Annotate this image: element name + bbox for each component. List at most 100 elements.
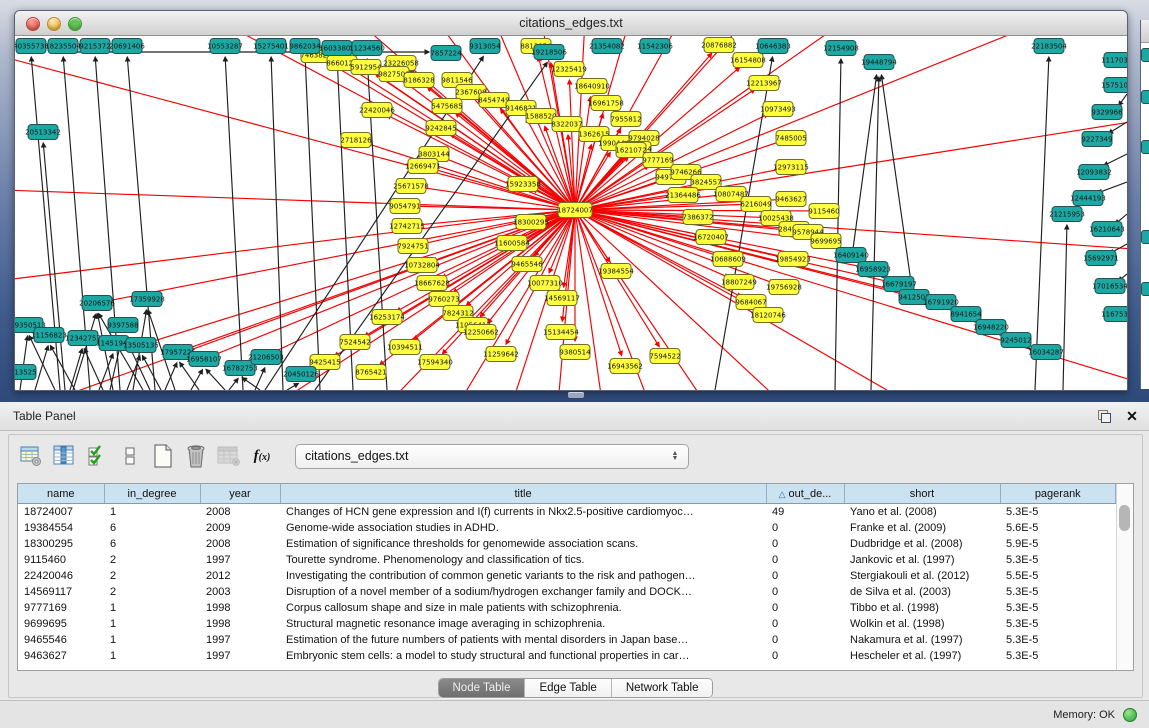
graph-node[interactable]: 16943562 bbox=[607, 359, 643, 374]
tab-edge-table[interactable]: Edge Table bbox=[525, 679, 611, 697]
graph-node[interactable]: 11156823 bbox=[31, 328, 67, 343]
graph-edge[interactable] bbox=[20, 336, 28, 390]
graph-edge[interactable] bbox=[575, 97, 591, 210]
graph-node[interactable]: 11600584 bbox=[494, 236, 530, 251]
column-header[interactable]: name bbox=[18, 484, 104, 504]
graph-node[interactable]: 9397588 bbox=[107, 318, 138, 333]
graph-node[interactable]: 20206576 bbox=[79, 296, 115, 311]
function-builder-button[interactable]: f(x) bbox=[248, 442, 276, 470]
graph-node[interactable]: 15134454 bbox=[543, 325, 579, 340]
graph-node[interactable]: 9699695 bbox=[810, 234, 841, 249]
graph-node[interactable]: 20691406 bbox=[109, 39, 145, 54]
graph-edge[interactable] bbox=[1119, 94, 1127, 106]
graph-edge[interactable] bbox=[70, 349, 82, 390]
graph-edge[interactable] bbox=[881, 75, 912, 289]
graph-edge[interactable] bbox=[1063, 225, 1067, 390]
splitter-grip-icon[interactable] bbox=[568, 392, 584, 398]
graph-node[interactable]: 9777169 bbox=[642, 153, 673, 168]
graph-node[interactable]: 5475685 bbox=[431, 99, 462, 114]
graph-node[interactable]: 16034287 bbox=[1028, 345, 1064, 360]
graph-node[interactable]: 1621072 bbox=[615, 143, 646, 158]
table-scrollbar[interactable] bbox=[1116, 484, 1133, 670]
close-button[interactable] bbox=[26, 17, 40, 31]
graph-node[interactable]: 10732804 bbox=[404, 258, 440, 273]
graph-node[interactable]: 12444193 bbox=[1070, 191, 1106, 206]
memory-status-indicator[interactable] bbox=[1123, 708, 1137, 722]
graph-node[interactable]: 18235504 bbox=[45, 39, 81, 54]
graph-node[interactable]: 11170342 bbox=[1101, 53, 1127, 68]
column-header[interactable]: title bbox=[280, 484, 766, 504]
graph-node[interactable]: 19218506 bbox=[531, 45, 567, 60]
graph-node[interactable]: 10973493 bbox=[760, 102, 796, 117]
graph-node[interactable]: 12213967 bbox=[746, 76, 782, 91]
graph-node[interactable]: 16958923 bbox=[855, 262, 891, 277]
close-panel-button[interactable]: ✕ bbox=[1121, 407, 1143, 425]
graph-edge[interactable] bbox=[835, 59, 841, 390]
column-header[interactable]: △out_de... bbox=[766, 484, 844, 504]
graph-node[interactable]: 10688609 bbox=[710, 252, 746, 267]
graph-edge[interactable] bbox=[1104, 154, 1127, 166]
graph-edge[interactable] bbox=[15, 36, 575, 210]
graph-node[interactable]: 15275401 bbox=[253, 39, 289, 54]
graph-node[interactable]: 18300295 bbox=[513, 215, 549, 230]
graph-node[interactable]: 9862034 bbox=[289, 39, 321, 54]
zoom-button[interactable] bbox=[68, 17, 82, 31]
graph-node[interactable]: 7924751 bbox=[397, 239, 428, 254]
graph-node[interactable]: 9227349 bbox=[1081, 132, 1112, 147]
graph-node[interactable]: 8322037 bbox=[551, 117, 582, 132]
graph-node[interactable]: 15692971 bbox=[1083, 251, 1119, 266]
graph-node[interactable]: 16958107 bbox=[186, 352, 222, 367]
graph-node[interactable]: 9215372 bbox=[79, 39, 110, 54]
graph-node[interactable]: 40355738 bbox=[15, 39, 49, 54]
graph-node[interactable]: 8765421 bbox=[355, 365, 386, 380]
graph-node[interactable]: 7857224 bbox=[430, 46, 462, 61]
graph-node[interactable]: 7524542 bbox=[339, 335, 370, 350]
graph-node[interactable]: 8186328 bbox=[403, 73, 434, 88]
graph-node[interactable]: 7594522 bbox=[649, 349, 680, 364]
graph-node[interactable]: 9245012 bbox=[1000, 333, 1031, 348]
graph-node[interactable]: 12669471 bbox=[405, 159, 441, 174]
graph-node[interactable]: 15751074 bbox=[1101, 78, 1127, 93]
graph-node[interactable]: 18640910 bbox=[574, 79, 610, 94]
graph-node[interactable]: 9313054 bbox=[469, 39, 501, 54]
graph-node[interactable]: 11259642 bbox=[483, 347, 519, 362]
graph-node[interactable]: 7386372 bbox=[682, 210, 713, 225]
create-column-button[interactable] bbox=[149, 442, 177, 470]
table-settings-button[interactable] bbox=[17, 442, 45, 470]
delete-column-button[interactable] bbox=[182, 442, 210, 470]
graph-edge[interactable] bbox=[871, 77, 879, 390]
graph-node[interactable]: 16961758 bbox=[588, 96, 624, 111]
graph-node[interactable]: 18667628 bbox=[414, 276, 450, 291]
unselect-rows-button[interactable] bbox=[116, 442, 144, 470]
graph-node[interactable]: 11542306 bbox=[637, 39, 673, 54]
graph-edge[interactable] bbox=[84, 349, 103, 390]
graph-node[interactable]: 9760273 bbox=[428, 292, 459, 307]
minimize-button[interactable] bbox=[47, 17, 61, 31]
graph-node[interactable]: 21206503 bbox=[248, 350, 284, 365]
graph-node[interactable]: 9380514 bbox=[559, 345, 591, 360]
table-row[interactable]: 2242004622012Investigating the contribut… bbox=[18, 568, 1116, 584]
graph-node[interactable]: 10077310 bbox=[527, 276, 563, 291]
graph-node[interactable]: 22183504 bbox=[1031, 39, 1067, 54]
graph-edge[interactable] bbox=[1035, 57, 1049, 390]
graph-node[interactable]: 11234560 bbox=[349, 41, 385, 56]
network-graph[interactable]: 7463822866012859129542322605898275088186… bbox=[15, 36, 1127, 390]
scrollbar-thumb[interactable] bbox=[1119, 505, 1130, 531]
graph-node[interactable]: 9463627 bbox=[775, 192, 806, 207]
table-row[interactable]: 946554611997Estimation of the future num… bbox=[18, 632, 1116, 648]
graph-node[interactable]: 12973115 bbox=[773, 160, 809, 175]
graph-node[interactable]: 16210643 bbox=[1089, 222, 1125, 237]
graph-node[interactable]: 16154808 bbox=[730, 53, 766, 68]
graph-node[interactable]: 19854923 bbox=[775, 252, 811, 267]
graph-node[interactable]: 16720407 bbox=[693, 230, 729, 245]
graph-node[interactable]: 20450126 bbox=[283, 367, 319, 382]
column-header[interactable]: year bbox=[200, 484, 280, 504]
graph-node[interactable]: 18120746 bbox=[750, 308, 786, 323]
graph-node[interactable]: 5912954 bbox=[350, 60, 382, 75]
table-row[interactable]: 977716911998Corpus callosum shape and si… bbox=[18, 600, 1116, 616]
graph-node[interactable]: 9242845 bbox=[425, 121, 456, 136]
column-select-button[interactable] bbox=[50, 442, 78, 470]
graph-edge[interactable] bbox=[434, 169, 575, 210]
graph-node[interactable]: 2718126 bbox=[340, 133, 372, 148]
table-row[interactable]: 1456911722003Disruption of a novel membe… bbox=[18, 584, 1116, 600]
